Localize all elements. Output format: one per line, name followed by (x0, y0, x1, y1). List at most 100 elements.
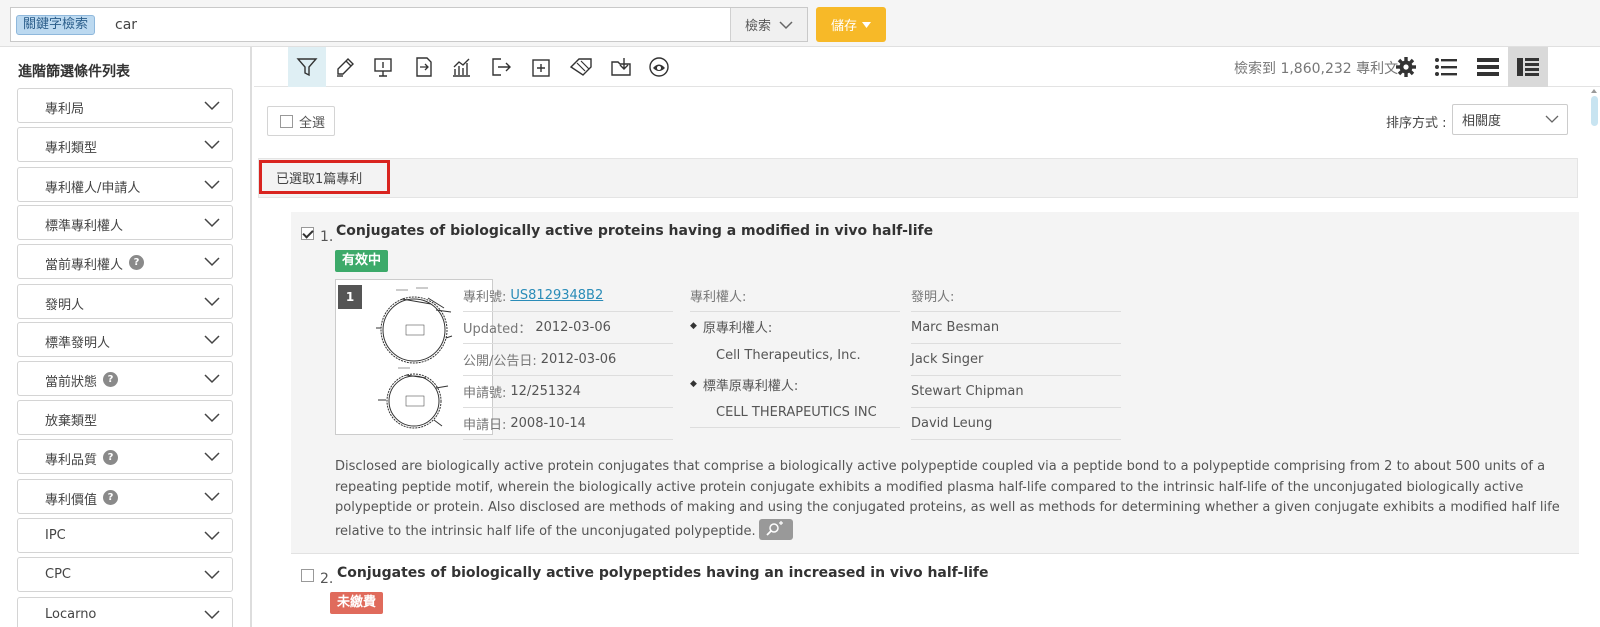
application-number-label: 申請號: (463, 386, 507, 401)
assignee-label: 專利權人: (690, 290, 747, 305)
select-all-button[interactable]: 全選 (267, 106, 335, 136)
publication-date-label: 公開/公告日: (463, 354, 537, 369)
filter-dropdown[interactable]: 當前專利權人? (17, 244, 233, 279)
application-date-label: 申請日: (463, 418, 507, 433)
results-content: 全選 排序方式 : 相關度 已選取1篇專利 1. Conjugates of b… (254, 88, 1584, 627)
filter-label: 專利局 (45, 102, 85, 117)
top-search-bar: 關鍵字檢索 檢索 儲存 (0, 0, 1600, 47)
detail-list-icon (1517, 58, 1539, 76)
filter-dropdown[interactable]: 放棄類型 (17, 400, 233, 435)
selected-bar (258, 158, 1578, 198)
result-checkbox[interactable] (301, 569, 314, 582)
highlight-tool-button[interactable] (326, 47, 364, 87)
result-title[interactable]: Conjugates of biologically active protei… (336, 223, 933, 239)
list-view-button[interactable] (1426, 47, 1466, 87)
highlighter-icon (337, 58, 354, 77)
chevron-down-icon (204, 101, 220, 111)
monitor-tool-button[interactable] (640, 47, 678, 87)
sort-value: 相關度 (1462, 114, 1502, 129)
compare-tool-button[interactable] (404, 47, 442, 87)
caret-down-icon (862, 21, 871, 28)
standard-assignee: CELL THERAPEUTICS INC (716, 405, 877, 420)
filter-label: 專利權人/申請人 (45, 181, 141, 196)
filter-label: 標準專利權人 (45, 219, 124, 234)
filter-label: CPC (45, 567, 71, 582)
filter-tool-button[interactable] (288, 47, 326, 87)
filter-dropdown[interactable]: 專利權人/申請人 (17, 167, 233, 202)
filter-label: 當前狀態 (45, 375, 98, 390)
search-box[interactable]: 關鍵字檢索 檢索 (10, 7, 808, 42)
chevron-down-icon (204, 180, 220, 190)
chevron-down-icon (204, 531, 220, 541)
filter-label: 專利類型 (45, 141, 98, 156)
chevron-down-icon (204, 570, 220, 580)
expand-abstract-button[interactable] (758, 518, 793, 540)
add-icon (532, 59, 550, 77)
filter-dropdown[interactable]: 標準專利權人 (17, 205, 233, 240)
settings-button[interactable] (1386, 47, 1426, 87)
zoom-icon (766, 520, 783, 536)
compact-view-button[interactable] (1468, 47, 1508, 87)
folder-import-icon (611, 58, 631, 76)
result-checkbox[interactable] (301, 227, 314, 240)
save-button[interactable]: 儲存 (816, 7, 886, 42)
patent-number-link[interactable]: US8129348B2 (510, 288, 603, 303)
filter-dropdown[interactable]: 專利局 (17, 88, 233, 123)
updated-label: Updated： (463, 322, 532, 337)
inventor-name: Marc Besman (911, 320, 1000, 335)
search-button[interactable]: 檢索 (730, 8, 807, 41)
tag-tool-button[interactable] (562, 47, 600, 87)
filter-dropdown[interactable]: 專利價值? (17, 479, 233, 514)
status-badge: 有效中 (335, 250, 389, 272)
chevron-down-icon (204, 413, 220, 423)
filter-label: 放棄類型 (45, 414, 98, 429)
chevron-down-icon (204, 492, 220, 502)
filter-dropdown[interactable]: 當前狀態? (17, 361, 233, 396)
compare-icon (416, 57, 432, 77)
inventor-label: 發明人: (911, 290, 955, 305)
assignee-column: 專利權人: ◆ 原專利權人: Cell Therapeutics, Inc. ◆ 標… (690, 280, 900, 428)
chevron-down-icon (204, 297, 220, 307)
presentation-tool-button[interactable] (364, 47, 402, 87)
help-icon[interactable]: ? (103, 450, 118, 465)
chevron-down-icon (204, 335, 220, 345)
filter-label: 當前專利權人 (45, 258, 124, 273)
selected-count[interactable]: 已選取1篇專利 (259, 160, 390, 194)
filter-dropdown[interactable]: Locarno (17, 597, 233, 627)
filter-dropdown[interactable]: 專利品質? (17, 439, 233, 474)
filter-dropdown[interactable]: 發明人 (17, 284, 233, 319)
chevron-down-icon (204, 218, 220, 228)
chevron-down-icon (204, 257, 220, 267)
detail-view-button[interactable] (1508, 47, 1548, 87)
chevron-down-icon (204, 452, 220, 462)
help-icon[interactable]: ? (103, 490, 118, 505)
scroll-up-arrow-icon[interactable] (1591, 89, 1597, 93)
result-title[interactable]: Conjugates of biologically active polype… (337, 565, 989, 581)
result-item: 1. Conjugates of biologically active pro… (291, 212, 1579, 554)
export-tool-button[interactable] (482, 47, 520, 87)
vertical-scrollbar[interactable] (1588, 88, 1600, 627)
filter-dropdown[interactable]: CPC (17, 557, 233, 592)
help-icon[interactable]: ? (103, 372, 118, 387)
filter-dropdown[interactable]: IPC (17, 518, 233, 553)
application-number: 12/251324 (510, 384, 581, 399)
keyword-search-tag[interactable]: 關鍵字檢索 (16, 15, 96, 35)
chevron-down-icon (1545, 115, 1559, 123)
select-all-checkbox[interactable] (280, 114, 293, 128)
patent-number-label: 專利號: (463, 290, 507, 305)
chart-tool-button[interactable] (442, 47, 480, 87)
scrollbar-thumb[interactable] (1591, 96, 1598, 126)
filter-dropdown[interactable]: 專利類型 (17, 127, 233, 162)
filter-label: Locarno (45, 607, 97, 622)
add-tool-button[interactable] (522, 47, 560, 87)
folder-import-tool-button[interactable] (602, 47, 640, 87)
filter-dropdown[interactable]: 標準發明人 (17, 322, 233, 357)
original-assignee: Cell Therapeutics, Inc. (716, 347, 861, 363)
patent-info-column: 專利號: US8129348B2 Updated： 2012-03-06 公開/公告… (463, 280, 673, 440)
help-icon[interactable]: ? (129, 255, 144, 270)
abstract-text: Disclosed are biologically active protei… (335, 459, 1560, 539)
chevron-down-icon (779, 20, 793, 29)
publication-date: 2012-03-06 (540, 352, 617, 367)
sort-select[interactable]: 相關度 (1452, 104, 1568, 135)
search-input[interactable] (115, 17, 715, 33)
